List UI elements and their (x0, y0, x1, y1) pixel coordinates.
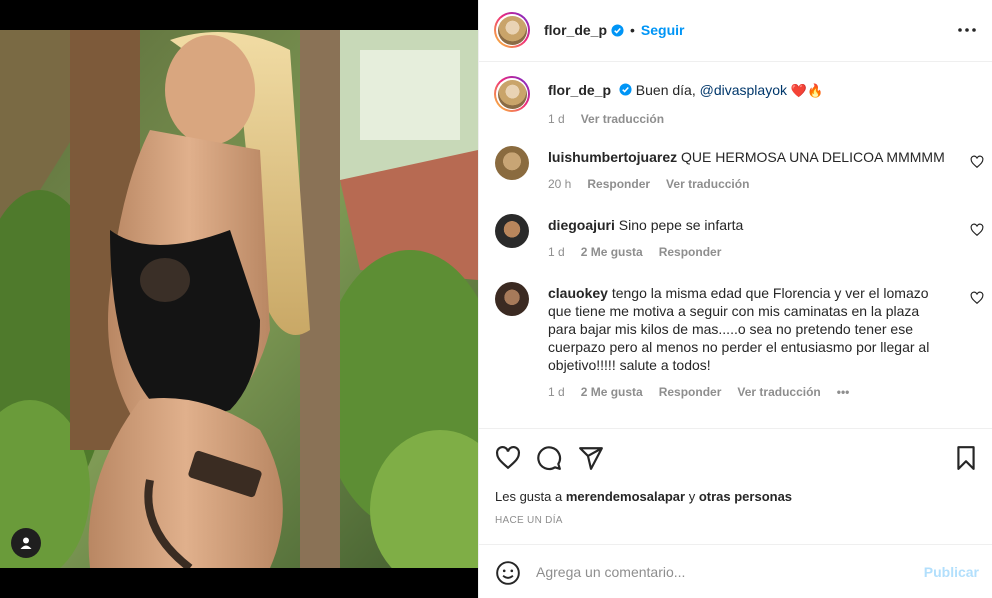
reply-button[interactable]: Responder (659, 243, 722, 261)
post-panel: flor_de_p • Seguir flor_de_p Buen día, @… (478, 0, 992, 598)
reply-button[interactable]: Responder (587, 175, 650, 193)
more-options-button[interactable] (957, 20, 977, 40)
author-username[interactable]: flor_de_p (544, 22, 607, 38)
comment-like-heart-icon[interactable] (970, 291, 984, 305)
add-comment-bar: Publicar (479, 544, 992, 598)
separator-dot: • (630, 22, 635, 38)
likes-others-link[interactable]: otras personas (699, 489, 792, 504)
comment-time[interactable]: 1 d (548, 243, 565, 261)
publish-button[interactable]: Publicar (924, 564, 979, 580)
likes-connector: y (688, 489, 696, 504)
caption-emojis: ❤️🔥 (790, 84, 824, 99)
comment-text: QUE HERMOSA UNA DELICOA MMMMM (681, 149, 945, 165)
comment-like-heart-icon[interactable] (970, 223, 984, 237)
comment-time[interactable]: 20 h (548, 175, 571, 193)
post-actions: Les gusta a merendemosalapar y otras per… (479, 428, 992, 544)
follow-button[interactable]: Seguir (641, 22, 685, 38)
translate-link[interactable]: Ver traducción (666, 175, 749, 193)
more-dots-icon (958, 28, 976, 32)
verified-badge-icon (619, 83, 632, 96)
emoji-smiley-icon[interactable] (495, 560, 521, 586)
comment-like-heart-icon[interactable] (970, 155, 984, 169)
commenter-avatar[interactable] (495, 282, 529, 316)
share-send-icon[interactable] (578, 445, 604, 471)
caption-mention-link[interactable]: @divasplayok (700, 82, 787, 98)
caption-translate-link[interactable]: Ver traducción (581, 110, 664, 128)
author-avatar[interactable] (494, 12, 530, 48)
likes-user-link[interactable]: merendemosalapar (566, 489, 685, 504)
post-header: flor_de_p • Seguir (479, 0, 992, 62)
translate-link[interactable]: Ver traducción (737, 383, 820, 401)
comment-likes-count[interactable]: 2 Me gusta (581, 243, 643, 261)
caption-username[interactable]: flor_de_p (548, 82, 611, 98)
likes-prefix: Les gusta a (495, 489, 563, 504)
post-photo (0, 30, 478, 568)
commenter-username[interactable]: luishumbertojuarez (548, 149, 677, 165)
user-icon (20, 537, 32, 549)
comment-text: Sino pepe se infarta (618, 217, 744, 233)
reply-button[interactable]: Responder (659, 383, 722, 401)
commenter-username[interactable]: diegoajuri (548, 217, 615, 233)
post-date[interactable]: HACE UN DÍA (495, 515, 563, 526)
verified-badge-icon (611, 23, 624, 37)
comment-input[interactable] (536, 561, 916, 583)
like-heart-icon[interactable] (495, 445, 521, 471)
post-media (0, 0, 478, 598)
tagged-users-button[interactable] (11, 528, 41, 558)
caption-author-avatar[interactable] (494, 76, 530, 112)
commenter-avatar[interactable] (495, 214, 529, 248)
commenter-avatar[interactable] (495, 146, 529, 180)
commenter-username[interactable]: clauokey (548, 285, 608, 301)
caption-time[interactable]: 1 d (548, 110, 565, 128)
comment-bubble-icon[interactable] (536, 445, 562, 471)
comment-likes-count[interactable]: 2 Me gusta (581, 383, 643, 401)
comment-more-options-button[interactable]: ••• (837, 383, 850, 401)
likes-summary: Les gusta a merendemosalapar y otras per… (495, 489, 792, 504)
comment-time[interactable]: 1 d (548, 383, 565, 401)
save-bookmark-icon[interactable] (953, 445, 979, 471)
caption-text: Buen día, (635, 82, 696, 98)
